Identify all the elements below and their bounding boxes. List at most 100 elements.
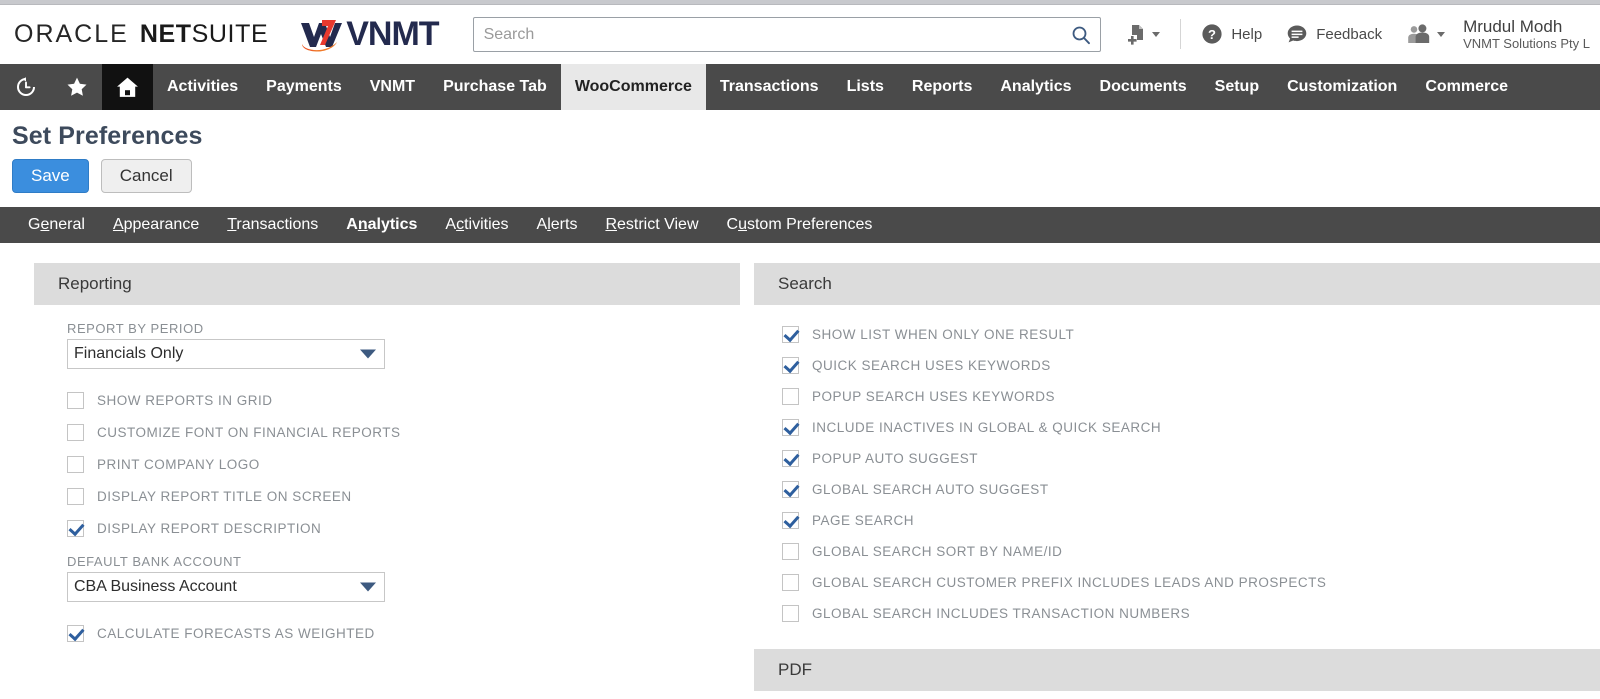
reporting-checkbox-group-bottom: CALCULATE FORECASTS AS WEIGHTED — [67, 617, 740, 649]
checkbox-row[interactable]: INCLUDE INACTIVES IN GLOBAL & QUICK SEAR… — [782, 412, 1600, 443]
nav-item-analytics[interactable]: Analytics — [986, 64, 1085, 110]
checkbox-label: SHOW REPORTS IN GRID — [97, 392, 273, 408]
search-column: Search SHOW LIST WHEN ONLY ONE RESULT QUI… — [754, 263, 1600, 692]
subtab-label: Appearance — [112, 216, 200, 234]
checkbox-label: PAGE SEARCH — [812, 513, 915, 529]
checkbox-checked-icon[interactable] — [67, 624, 84, 642]
checkbox-unchecked-icon[interactable] — [67, 423, 84, 441]
checkbox-checked-icon[interactable] — [782, 450, 799, 468]
nav-item-lists[interactable]: Lists — [833, 64, 898, 110]
checkbox-row[interactable]: GLOBAL SEARCH AUTO SUGGEST — [782, 474, 1600, 505]
checkbox-unchecked-icon[interactable] — [782, 605, 799, 623]
home-icon[interactable] — [102, 64, 153, 110]
checkbox-row[interactable]: SHOW LIST WHEN ONLY ONE RESULT — [782, 319, 1600, 350]
checkbox-row[interactable]: GLOBAL SEARCH CUSTOMER PREFIX INCLUDES L… — [782, 567, 1600, 598]
help-button[interactable]: ? Help — [1189, 23, 1274, 45]
checkbox-unchecked-icon[interactable] — [782, 543, 799, 561]
checkbox-checked-icon[interactable] — [67, 519, 84, 537]
oracle-wordmark: ORACLE — [14, 20, 129, 48]
nav-item-activities[interactable]: Activities — [153, 64, 252, 110]
checkbox-unchecked-icon[interactable] — [67, 391, 84, 409]
default-bank-account-select-wrap: CBA Business Account — [67, 572, 385, 603]
checkbox-checked-icon[interactable] — [782, 481, 799, 499]
subtab-appearance[interactable]: Appearance — [99, 207, 213, 243]
checkbox-checked-icon[interactable] — [782, 512, 799, 530]
header-divider — [1180, 19, 1182, 50]
checkbox-checked-icon[interactable] — [782, 419, 799, 437]
reporting-panel-title: Reporting — [58, 274, 132, 294]
save-button[interactable]: Save — [12, 159, 89, 194]
checkbox-row[interactable]: GLOBAL SEARCH INCLUDES TRANSACTION NUMBE… — [782, 598, 1600, 629]
subtab-alerts[interactable]: Alerts — [523, 207, 592, 243]
checkbox-label: POPUP AUTO SUGGEST — [812, 451, 979, 467]
checkbox-label: GLOBAL SEARCH SORT BY NAME/ID — [812, 544, 1063, 560]
search-icon[interactable] — [1069, 23, 1093, 47]
checkbox-unchecked-icon[interactable] — [67, 487, 84, 505]
checkbox-row[interactable]: POPUP SEARCH USES KEYWORDS — [782, 381, 1600, 412]
default-bank-account-field: DEFAULT BANK ACCOUNT CBA Business Accoun… — [67, 554, 740, 603]
checkbox-row[interactable]: DISPLAY REPORT DESCRIPTION — [67, 512, 740, 544]
checkbox-checked-icon[interactable] — [782, 326, 799, 344]
checkbox-row[interactable]: GLOBAL SEARCH SORT BY NAME/ID — [782, 536, 1600, 567]
create-new-caret-icon — [1152, 31, 1161, 37]
report-by-period-select[interactable]: Financials Only — [67, 339, 385, 370]
page-header: Set Preferences Save Cancel — [0, 110, 1600, 194]
feedback-button[interactable]: Feedback — [1274, 23, 1394, 45]
cancel-button[interactable]: Cancel — [100, 159, 192, 194]
star-glyph — [67, 77, 86, 96]
checkbox-unchecked-icon[interactable] — [782, 574, 799, 592]
shortcuts-star-icon[interactable] — [51, 64, 102, 110]
subtab-label: Analytics — [346, 216, 418, 234]
nav-item-customization[interactable]: Customization — [1273, 64, 1411, 110]
help-label: Help — [1231, 25, 1263, 43]
checkbox-row[interactable]: SHOW REPORTS IN GRID — [67, 384, 740, 416]
subtab-label: Transactions — [227, 216, 319, 234]
nav-item-woocommerce[interactable]: WooCommerce — [560, 64, 706, 110]
users-role-icon — [1408, 24, 1430, 44]
nav-item-purchase-tab[interactable]: Purchase Tab — [429, 64, 561, 110]
checkbox-checked-icon[interactable] — [782, 357, 799, 375]
checkbox-label: DISPLAY REPORT DESCRIPTION — [97, 520, 322, 536]
checkbox-row[interactable]: CALCULATE FORECASTS AS WEIGHTED — [67, 617, 740, 649]
subtab-custom-preferences[interactable]: Custom Preferences — [713, 207, 887, 243]
nav-item-documents[interactable]: Documents — [1086, 64, 1201, 110]
nav-item-transactions[interactable]: Transactions — [706, 64, 833, 110]
checkbox-unchecked-icon[interactable] — [67, 455, 84, 473]
recent-history-icon[interactable] — [0, 64, 51, 110]
role-switcher-button[interactable] — [1394, 23, 1457, 45]
checkbox-row[interactable]: DISPLAY REPORT TITLE ON SCREEN — [67, 480, 740, 512]
nav-item-vnmt[interactable]: VNMT — [356, 64, 429, 110]
header-right-tools: ? Help Feedback Mrudul Modh VNMT Solutio… — [1111, 17, 1590, 51]
nav-item-reports[interactable]: Reports — [898, 64, 986, 110]
subtab-activities[interactable]: Activities — [431, 207, 522, 243]
report-by-period-select-wrap: Financials Only — [67, 339, 385, 370]
checkbox-row[interactable]: QUICK SEARCH USES KEYWORDS — [782, 350, 1600, 381]
app-header: ORACLE NET SUITE VNMT Search ? Help Feed… — [0, 5, 1600, 64]
subtab-analytics[interactable]: Analytics — [332, 207, 431, 253]
checkbox-unchecked-icon[interactable] — [782, 388, 799, 406]
search-input[interactable] — [472, 17, 1101, 52]
pdf-panel-header[interactable]: PDF — [754, 649, 1600, 692]
checkbox-row[interactable]: PAGE SEARCH — [782, 505, 1600, 536]
default-bank-account-select[interactable]: CBA Business Account — [67, 572, 385, 603]
user-name: Mrudul Modh — [1463, 17, 1563, 37]
nav-item-commerce[interactable]: Commerce — [1411, 64, 1522, 110]
checkbox-label: SHOW LIST WHEN ONLY ONE RESULT — [812, 327, 1075, 343]
vnmt-wordmark: VNMT — [346, 15, 439, 53]
nav-item-setup[interactable]: Setup — [1201, 64, 1273, 110]
nav-item-payments[interactable]: Payments — [252, 64, 356, 110]
user-info[interactable]: Mrudul Modh VNMT Solutions Pty L — [1463, 17, 1590, 51]
checkbox-row[interactable]: PRINT COMPANY LOGO — [67, 448, 740, 480]
subtab-restrict-view[interactable]: Restrict View — [591, 207, 712, 243]
subtab-general[interactable]: General — [14, 207, 99, 243]
checkbox-label: CUSTOMIZE FONT ON FINANCIAL REPORTS — [97, 424, 401, 440]
reporting-checkbox-group-top: SHOW REPORTS IN GRID CUSTOMIZE FONT ON FI… — [67, 384, 740, 544]
subtab-transactions[interactable]: Transactions — [213, 207, 332, 243]
create-new-button[interactable] — [1111, 22, 1172, 46]
vnmt-mark-icon — [301, 19, 343, 52]
default-bank-account-label: DEFAULT BANK ACCOUNT — [67, 554, 242, 570]
global-search — [472, 17, 1101, 52]
checkbox-row[interactable]: CUSTOMIZE FONT ON FINANCIAL REPORTS — [67, 416, 740, 448]
checkbox-row[interactable]: POPUP AUTO SUGGEST — [782, 443, 1600, 474]
checkbox-label: CALCULATE FORECASTS AS WEIGHTED — [97, 625, 375, 641]
